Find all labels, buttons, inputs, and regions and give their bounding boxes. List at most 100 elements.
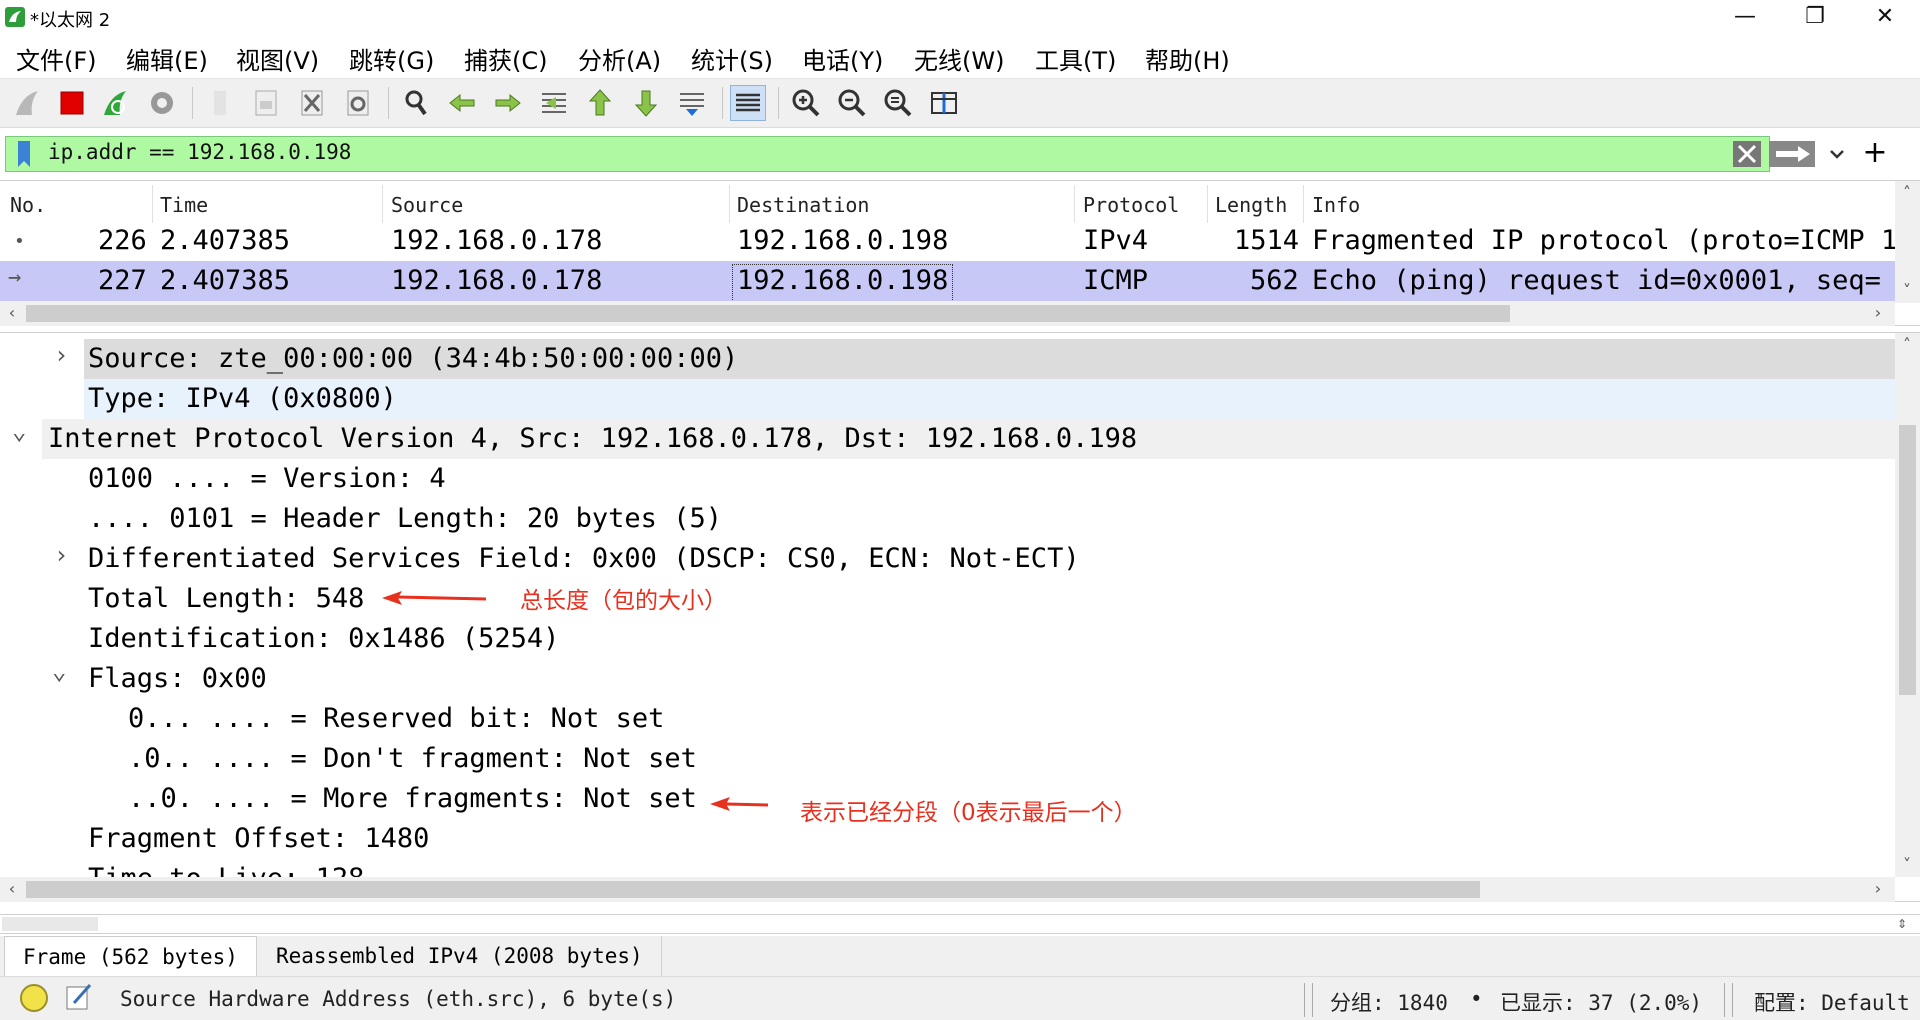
menu-file[interactable]: 文件(F) — [16, 41, 97, 76]
spin-icon[interactable]: ⇕ — [1890, 912, 1914, 936]
annotation-more-fragments: 表示已经分段（0表示最后一个） — [800, 800, 1137, 826]
filter-history-dropdown[interactable] — [1822, 140, 1852, 168]
capture-comment-icon[interactable] — [64, 981, 94, 1013]
resize-columns-button[interactable] — [926, 85, 962, 121]
profile-selector[interactable]: 配置: Default — [1754, 987, 1910, 1017]
detail-row-selected[interactable]: Type: IPv4 (0x0800) — [0, 379, 1895, 419]
close-file-button[interactable] — [294, 85, 330, 121]
open-file-button[interactable] — [202, 85, 238, 121]
detail-row[interactable]: ⌄ Internet Protocol Version 4, Src: 192.… — [0, 417, 1895, 459]
packet-row-selected[interactable]: → 227 2.407385 192.168.0.178 192.168.0.1… — [0, 261, 1895, 302]
detail-row-partial[interactable]: Time to Live: 128 — [0, 859, 1895, 877]
details-vscrollbar[interactable]: ˄ ˅ — [1895, 333, 1920, 877]
menu-analyze[interactable]: 分析(A) — [578, 41, 661, 76]
minimize-button[interactable]: — — [1710, 0, 1780, 36]
details-hscrollbar[interactable]: ‹ › — [0, 877, 1895, 902]
capture-options-button[interactable] — [144, 85, 180, 121]
filter-clear-button[interactable] — [1732, 140, 1762, 168]
column-divider[interactable] — [152, 185, 153, 223]
column-divider[interactable] — [1303, 185, 1304, 223]
packet-list-hscrollbar[interactable]: ‹ › — [0, 301, 1895, 326]
detail-text: 0... .... = Reserved bit: Not set — [128, 703, 665, 734]
scroll-up-icon[interactable]: ˄ — [1895, 333, 1919, 357]
menu-go[interactable]: 跳转(G) — [349, 41, 434, 76]
scroll-down-icon[interactable]: ˅ — [1895, 853, 1919, 877]
display-filter-input[interactable]: ip.addr == 192.168.0.198 — [48, 140, 351, 164]
add-filter-button-icon[interactable]: + — [1860, 136, 1890, 170]
column-header-length[interactable]: Length — [1215, 193, 1287, 217]
detail-row[interactable]: ⌄ Flags: 0x00 — [0, 657, 1895, 699]
column-header-destination[interactable]: Destination — [737, 193, 869, 217]
scroll-left-icon[interactable]: ‹ — [0, 301, 24, 325]
detail-row[interactable]: 0... .... = Reserved bit: Not set — [0, 699, 1895, 739]
collapse-arrow-icon[interactable]: ⌄ — [52, 657, 66, 685]
stop-capture-button[interactable] — [54, 85, 90, 121]
toolbar-separator — [192, 87, 193, 119]
scrollbar-thumb[interactable] — [2, 917, 98, 931]
scrollbar-thumb[interactable] — [1899, 425, 1916, 695]
column-divider[interactable] — [729, 185, 730, 223]
menu-telephony[interactable]: 电话(Y) — [802, 41, 883, 76]
menu-edit[interactable]: 编辑(E) — [126, 41, 208, 76]
restore-button[interactable]: ❐ — [1780, 0, 1850, 36]
go-back-button[interactable] — [444, 85, 480, 121]
menu-capture[interactable]: 捕获(C) — [464, 41, 547, 76]
scrollbar-thumb[interactable] — [26, 305, 1510, 322]
detail-row[interactable]: › Source: zte_00:00:00 (34:4b:50:00:00:0… — [0, 339, 1895, 379]
first-packet-button[interactable] — [582, 85, 618, 121]
detail-text: .... 0101 = Header Length: 20 bytes (5) — [88, 503, 722, 534]
filter-bookmark-button[interactable] — [8, 138, 40, 170]
colorize-button[interactable] — [730, 85, 766, 121]
save-file-button[interactable] — [248, 85, 284, 121]
filter-apply-button[interactable] — [1768, 140, 1816, 168]
restart-capture-button[interactable] — [98, 85, 134, 121]
go-forward-button[interactable] — [490, 85, 526, 121]
column-header-source[interactable]: Source — [391, 193, 463, 217]
reload-file-button[interactable] — [340, 85, 376, 121]
go-forward-icon — [495, 93, 521, 113]
menu-tools[interactable]: 工具(T) — [1035, 41, 1116, 76]
menu-help[interactable]: 帮助(H) — [1145, 41, 1230, 76]
expert-info-icon[interactable] — [20, 984, 48, 1012]
auto-scroll-button[interactable] — [674, 85, 710, 121]
detail-row[interactable]: .... 0101 = Header Length: 20 bytes (5) — [0, 499, 1895, 539]
column-header-protocol[interactable]: Protocol — [1083, 193, 1179, 217]
detail-row[interactable]: Total Length: 548 — [0, 579, 1895, 619]
detail-row[interactable]: › Differentiated Services Field: 0x00 (D… — [0, 539, 1895, 579]
column-header-time[interactable]: Time — [160, 193, 208, 217]
scroll-left-icon[interactable]: ‹ — [0, 877, 24, 901]
last-packet-button[interactable] — [628, 85, 664, 121]
scroll-right-icon[interactable]: › — [1866, 877, 1890, 901]
close-button[interactable]: ✕ — [1850, 0, 1920, 36]
find-packet-button[interactable] — [398, 85, 434, 121]
column-divider[interactable] — [1074, 185, 1075, 223]
zoom-out-button[interactable] — [834, 85, 870, 121]
menu-statistics[interactable]: 统计(S) — [691, 41, 773, 76]
menu-view[interactable]: 视图(V) — [236, 41, 319, 76]
detail-text: .0.. .... = Don't fragment: Not set — [128, 743, 697, 774]
column-divider[interactable] — [382, 185, 383, 223]
zoom-in-button[interactable] — [788, 85, 824, 121]
normal-size-button[interactable] — [880, 85, 916, 121]
go-to-packet-button[interactable] — [536, 85, 572, 121]
column-divider[interactable] — [1207, 185, 1208, 223]
detail-row[interactable]: 0100 .... = Version: 4 — [0, 459, 1895, 499]
menu-wireless[interactable]: 无线(W) — [914, 41, 1004, 76]
expand-arrow-icon[interactable]: › — [54, 341, 68, 369]
expand-arrow-icon[interactable]: › — [54, 541, 68, 569]
detail-row[interactable]: Identification: 0x1486 (5254) — [0, 619, 1895, 659]
scroll-up-icon[interactable]: ˄ — [1895, 181, 1919, 205]
scrollbar-thumb[interactable] — [26, 881, 1480, 898]
collapse-arrow-icon[interactable]: ⌄ — [12, 417, 26, 445]
detail-row[interactable]: .0.. .... = Don't fragment: Not set — [0, 739, 1895, 779]
packet-list-vscrollbar[interactable]: ˄ ˅ — [1895, 181, 1920, 303]
scroll-right-icon[interactable]: › — [1866, 301, 1890, 325]
scroll-down-icon[interactable]: ˅ — [1895, 279, 1919, 303]
tab-reassembled-ipv4[interactable]: Reassembled IPv4 (2008 bytes) — [258, 936, 662, 976]
column-header-no[interactable]: No. — [10, 193, 46, 217]
tab-frame[interactable]: Frame (562 bytes) — [4, 936, 257, 976]
start-capture-button[interactable] — [10, 85, 46, 121]
packet-row[interactable]: • 226 2.407385 192.168.0.178 192.168.0.1… — [0, 221, 1897, 261]
packet-bytes-pane[interactable]: ⇕ — [0, 914, 1920, 934]
column-header-info[interactable]: Info — [1312, 193, 1360, 217]
